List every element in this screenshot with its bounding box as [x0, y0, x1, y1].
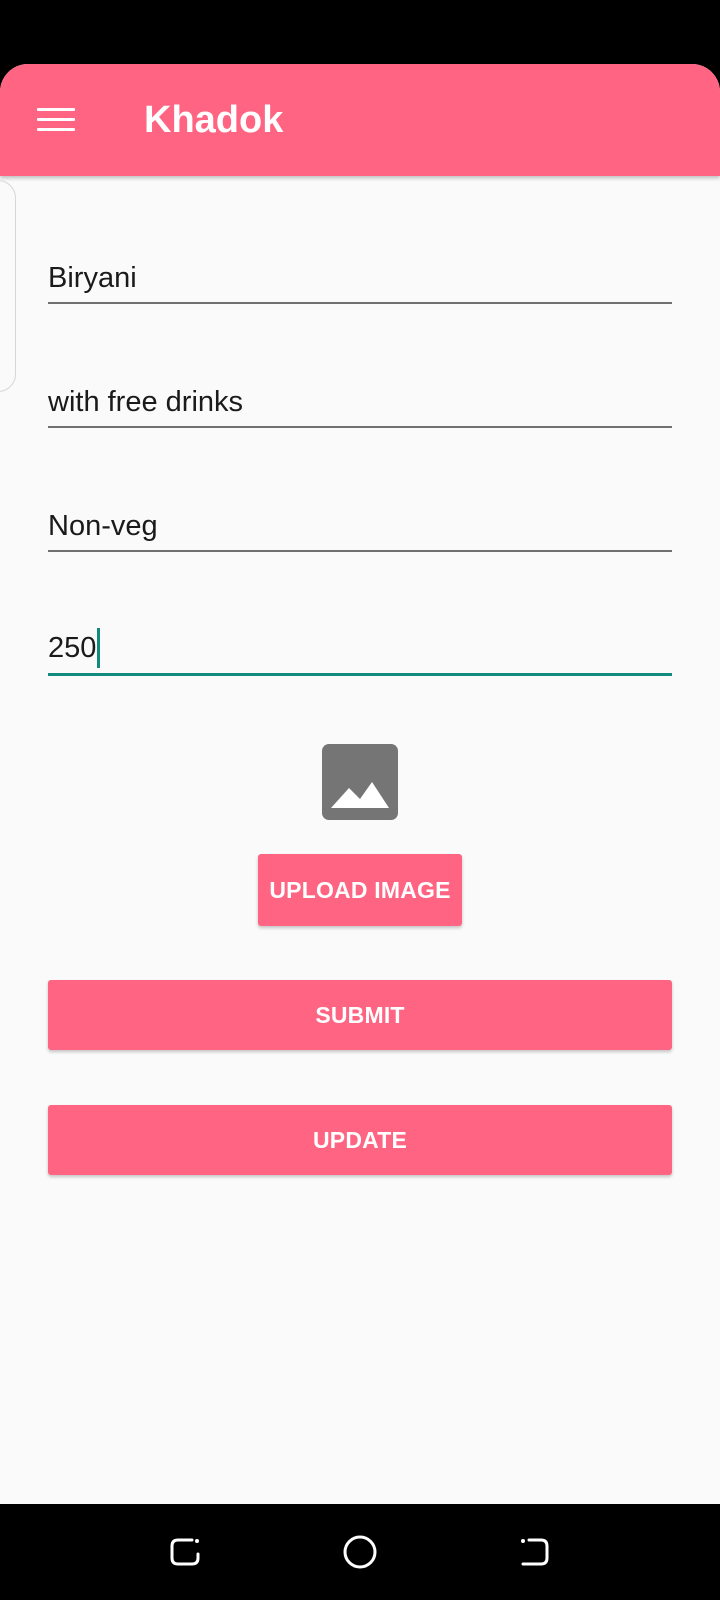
recents-icon[interactable] — [163, 1530, 207, 1574]
description-field[interactable]: with free drinks — [48, 368, 672, 428]
field-underline — [48, 426, 672, 428]
upload-image-button[interactable]: UPLOAD IMAGE — [258, 854, 462, 926]
update-button[interactable]: UPDATE — [48, 1105, 672, 1175]
submit-button[interactable]: SUBMIT — [48, 980, 672, 1050]
food-name-field[interactable]: Biryani — [48, 244, 672, 304]
category-field[interactable]: Non-veg — [48, 492, 672, 552]
hamburger-menu-icon[interactable] — [24, 92, 88, 148]
category-value: Non-veg — [48, 510, 158, 542]
app-title: Khadok — [144, 99, 284, 141]
back-icon[interactable] — [513, 1530, 557, 1574]
text-cursor — [97, 628, 101, 668]
description-value: with free drinks — [48, 386, 244, 418]
price-value: 250 — [48, 632, 97, 664]
food-name-value: Biryani — [48, 262, 137, 294]
field-underline — [48, 550, 672, 552]
app-screen: Khadok Biryani with free drinks Non-veg … — [0, 64, 720, 1504]
image-icon — [322, 744, 398, 820]
system-nav-bar — [0, 1504, 720, 1600]
app-bar: Khadok — [0, 64, 720, 176]
field-underline — [48, 302, 672, 304]
home-icon[interactable] — [338, 1530, 382, 1574]
field-underline-focused — [48, 673, 672, 676]
drawer-handle[interactable] — [0, 180, 16, 392]
status-bar — [0, 0, 720, 64]
price-field[interactable]: 250 — [48, 616, 672, 676]
